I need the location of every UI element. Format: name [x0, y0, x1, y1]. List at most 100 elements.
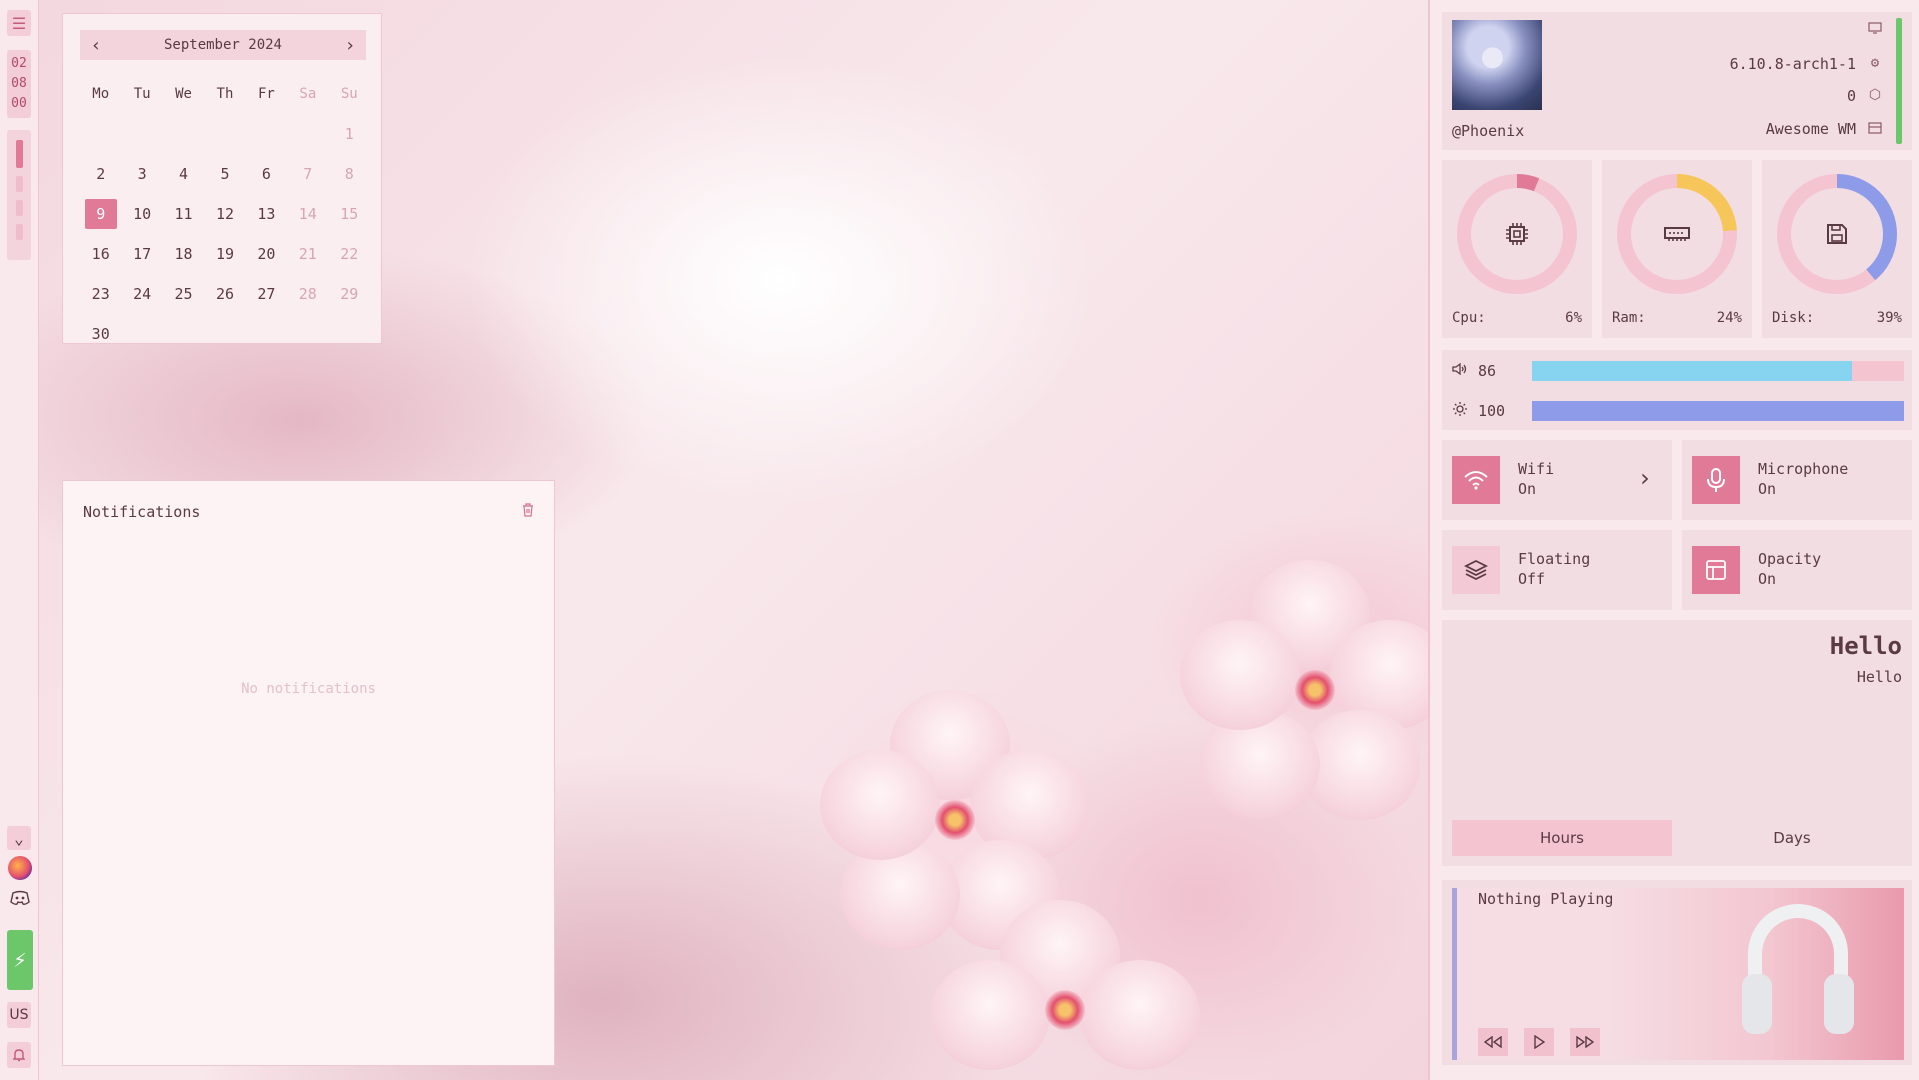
calendar-day[interactable]: 10 [121, 205, 162, 223]
layout-icon [1692, 546, 1740, 594]
calendar-day[interactable]: 20 [246, 245, 287, 263]
cpu-value: 6% [1565, 310, 1582, 326]
calendar-day-number: 15 [340, 205, 359, 223]
fast-forward-icon[interactable] [1570, 1028, 1600, 1056]
brightness-slider[interactable] [1532, 401, 1904, 421]
speaker-icon[interactable] [1452, 362, 1474, 380]
calendar-day[interactable]: 30 [80, 325, 121, 343]
play-icon[interactable] [1524, 1028, 1554, 1056]
volume-slider[interactable] [1532, 361, 1904, 381]
floppy-icon [1791, 188, 1883, 280]
chevron-right-icon[interactable]: › [1638, 464, 1652, 492]
calendar-day-number: 8 [344, 165, 354, 183]
chevron-left-icon[interactable]: ‹ [86, 35, 106, 56]
window-manager: Awesome WM [1765, 120, 1856, 138]
trash-icon[interactable] [522, 503, 534, 521]
menu-icon[interactable]: ☰ [7, 10, 31, 36]
calendar-day[interactable]: 29 [329, 285, 370, 303]
calendar-day[interactable]: 7 [287, 165, 328, 183]
calendar-week: 16 17 18 19 20 21 22 [80, 234, 370, 274]
kernel-version: 6.10.8-arch1-1 [1729, 55, 1856, 73]
tab-days[interactable]: Days [1682, 820, 1902, 856]
calendar-day[interactable]: 25 [163, 285, 204, 303]
calendar-day[interactable]: 5 [204, 165, 245, 183]
brightness-value: 100 [1478, 402, 1506, 420]
floating-toggle[interactable]: Floating Off [1442, 530, 1672, 610]
calendar-week: 2 3 4 5 6 7 8 [80, 154, 370, 194]
keyboard-layout[interactable]: US [7, 1002, 31, 1028]
profile-card: @Phoenix 6.10.8-arch1-1 ⚙ 0 ⬡ Awesome WM [1442, 12, 1912, 150]
calendar-day[interactable]: 11 [163, 205, 204, 223]
calendar-day-number: 21 [298, 245, 317, 263]
calendar-day[interactable]: 18 [163, 245, 204, 263]
wifi-toggle[interactable]: Wifi On › [1442, 440, 1672, 520]
calendar-day-number: 12 [215, 205, 234, 223]
workspace-2[interactable] [15, 176, 23, 192]
weekday-label: Fr [257, 86, 275, 102]
calendar-day[interactable]: 21 [287, 245, 328, 263]
weekday-label: Su [340, 86, 358, 102]
brightness-row: 100 [1452, 400, 1904, 422]
discord-icon[interactable] [8, 886, 32, 910]
package-icon: ⬡ [1868, 87, 1882, 103]
calendar-day[interactable]: 4 [163, 165, 204, 183]
calendar-day-number: 24 [133, 285, 152, 303]
calendar-day-number: 6 [261, 165, 271, 183]
opacity-toggle[interactable]: Opacity On [1682, 530, 1912, 610]
calendar-day[interactable]: 26 [204, 285, 245, 303]
weekday-label: Sa [299, 86, 317, 102]
cpu-ring [1457, 174, 1577, 294]
calendar-week: 9 10 11 12 13 14 15 [80, 194, 370, 234]
floating-label: Floating [1518, 550, 1591, 568]
firefox-icon[interactable] [8, 856, 32, 880]
chevron-down-icon[interactable]: ⌄ [7, 826, 31, 850]
calendar-day[interactable]: 13 [246, 205, 287, 223]
sun-icon[interactable] [1452, 401, 1474, 421]
calendar: ‹ September 2024 › Mo Tu We Th Fr Sa Su 1 2 3 4 5 6 7… [62, 13, 382, 344]
calendar-day-number: 2 [96, 165, 106, 183]
lightning-icon[interactable]: ⚡ [7, 930, 33, 990]
workspace-4[interactable] [15, 224, 23, 240]
calendar-day[interactable]: 17 [121, 245, 162, 263]
weekday-label: Th [216, 86, 234, 102]
calendar-day-number: 20 [257, 245, 276, 263]
calendar-day-number: 22 [340, 245, 359, 263]
calendar-day[interactable]: 3 [121, 165, 162, 183]
clock-second: 00 [11, 96, 27, 111]
calendar-day-number: 1 [344, 125, 354, 143]
avatar [1452, 20, 1542, 110]
package-count: 0 [1846, 87, 1856, 105]
calendar-day[interactable]: 28 [287, 285, 328, 303]
calendar-day[interactable]: 22 [329, 245, 370, 263]
calendar-day[interactable]: 23 [80, 285, 121, 303]
clock-hour: 02 [11, 56, 27, 71]
control-center: @Phoenix 6.10.8-arch1-1 ⚙ 0 ⬡ Awesome WM… [1428, 0, 1919, 1080]
workspace-1[interactable] [15, 140, 23, 168]
calendar-day[interactable]: 16 [80, 245, 121, 263]
calendar-day[interactable]: 12 [204, 205, 245, 223]
calendar-day[interactable]: 24 [121, 285, 162, 303]
layers-icon [1452, 546, 1500, 594]
microphone-toggle[interactable]: Microphone On [1682, 440, 1912, 520]
window-icon [1866, 122, 1884, 138]
calendar-day[interactable]: 15 [329, 205, 370, 223]
clock: 02 08 00 [7, 50, 31, 118]
calendar-day[interactable]: 14 [287, 205, 328, 223]
calendar-day[interactable]: 9 [80, 199, 121, 229]
calendar-day[interactable]: 27 [246, 285, 287, 303]
calendar-day-number: 29 [340, 285, 359, 303]
rewind-icon[interactable] [1478, 1028, 1508, 1056]
tab-hours[interactable]: Hours [1452, 820, 1672, 856]
calendar-day[interactable]: 6 [246, 165, 287, 183]
chevron-right-icon[interactable]: › [340, 35, 360, 56]
volume-value: 86 [1478, 362, 1497, 380]
calendar-day[interactable]: 1 [329, 125, 370, 143]
calendar-day-number: 18 [174, 245, 193, 263]
calendar-day[interactable]: 8 [329, 165, 370, 183]
calendar-day[interactable]: 19 [204, 245, 245, 263]
gear-icon[interactable]: ⚙ [1866, 55, 1884, 71]
calendar-day[interactable]: 2 [80, 165, 121, 183]
workspace-3[interactable] [15, 200, 23, 216]
microphone-state: On [1758, 480, 1777, 498]
bell-icon[interactable] [7, 1042, 31, 1068]
